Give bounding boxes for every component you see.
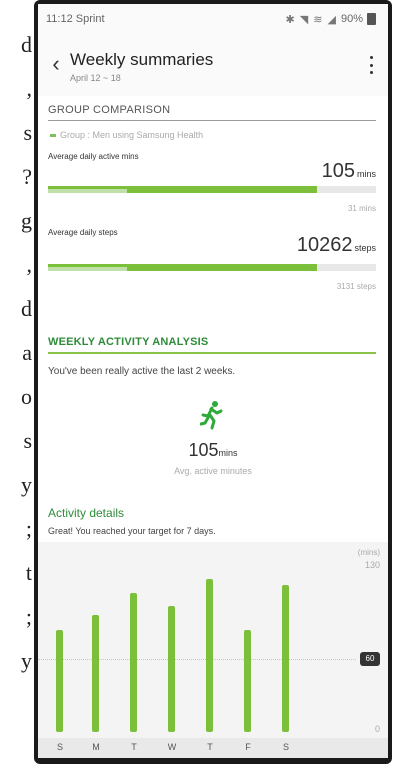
day-label: S <box>282 742 289 752</box>
active-mins-number: 105 <box>321 160 355 182</box>
date-range: April 12 ~ 18 <box>70 73 121 83</box>
status-bar: 11:12 Sprint ✱ ◥ ≋ ◢ 90% <box>38 4 388 34</box>
chart-bar <box>130 593 137 732</box>
weekly-analysis-title: WEEKLY ACTIVITY ANALYSIS <box>48 336 209 348</box>
y-axis-unit: (mins) <box>357 548 380 557</box>
signal-icons: ✱ ◥ ≋ ◢ <box>285 13 337 26</box>
day-labels-row: SMTWTFS <box>38 738 388 758</box>
side-text-char: d <box>21 296 32 321</box>
active-mins-bar <box>48 186 376 193</box>
activity-details-message: Great! You reached your target for 7 day… <box>48 526 216 536</box>
side-text-char: y <box>21 472 32 497</box>
steps-label: Average daily steps <box>48 228 118 237</box>
side-text-char: , <box>26 76 33 101</box>
active-mins-unit: mins <box>356 169 376 179</box>
steps-value: 10262 steps <box>297 234 376 257</box>
chart-bar <box>92 615 99 732</box>
summary-card: GROUP COMPARISON Group : Men using Samsu… <box>38 96 388 758</box>
side-text-char: g <box>21 208 32 233</box>
side-text-char: s <box>23 428 32 453</box>
steps-group-value: 3131 steps <box>336 282 376 291</box>
more-options-icon[interactable] <box>368 56 374 74</box>
day-label: F <box>245 742 251 752</box>
active-mins-value: 105 mins <box>322 160 376 183</box>
section-divider <box>48 120 376 121</box>
running-person-icon <box>200 401 223 430</box>
chart-bar <box>244 629 251 732</box>
side-text-char: o <box>21 384 32 409</box>
group-comparison-title: GROUP COMPARISON <box>48 104 171 116</box>
steps-number: 10262 <box>296 234 353 256</box>
avg-active-unit: mins <box>218 448 238 458</box>
target-badge: 60 <box>360 652 380 667</box>
group-legend: Group : Men using Samsung Health <box>50 130 203 140</box>
side-text-char: d <box>21 32 32 57</box>
chart-bar <box>206 578 213 732</box>
app-screen: 11:12 Sprint ✱ ◥ ≋ ◢ 90% ‹ Weekly summar… <box>38 4 388 758</box>
side-text-char: , <box>26 252 33 277</box>
status-time: 11:12 Sprint <box>46 13 105 25</box>
legend-label: Group : Men using Samsung Health <box>60 130 204 140</box>
target-line <box>38 659 356 661</box>
side-text-char: t <box>25 560 32 585</box>
chart-bar <box>282 584 289 732</box>
side-text-char: a <box>22 340 32 365</box>
steps-bar <box>48 264 376 271</box>
y-axis-zero: 0 <box>374 724 380 734</box>
steps-unit: steps <box>354 243 376 253</box>
battery-icon <box>367 13 376 25</box>
steps-group-fill <box>48 267 127 271</box>
day-label: W <box>167 742 177 752</box>
day-label: T <box>207 742 213 752</box>
page-title: Weekly summaries <box>70 50 214 69</box>
day-label: S <box>56 742 63 752</box>
activity-details-title: Activity details <box>48 506 125 520</box>
chart-bar <box>168 605 175 732</box>
side-text-char: s <box>23 120 32 145</box>
side-text-char: ? <box>22 164 32 189</box>
phone-frame: 11:12 Sprint ✱ ◥ ≋ ◢ 90% ‹ Weekly summar… <box>34 0 392 764</box>
side-text-char: ; <box>25 516 32 541</box>
legend-swatch <box>50 133 56 137</box>
weekly-analysis-divider <box>48 352 376 354</box>
back-arrow-icon[interactable]: ‹ <box>44 52 68 76</box>
activity-chart: (mins) 130 0 60 S M T W T F S <box>38 542 388 758</box>
active-mins-group-fill <box>48 189 127 193</box>
active-mins-label: Average daily active mins <box>48 152 139 161</box>
avg-active-value: 105mins <box>38 440 388 461</box>
status-right: ✱ ◥ ≋ ◢ 90% <box>285 13 376 26</box>
y-axis-max: 130 <box>364 560 380 570</box>
avg-active-number: 105 <box>188 440 219 460</box>
active-mins-group-value: 31 mins <box>347 204 376 213</box>
day-label: T <box>131 742 137 752</box>
side-text-char: y <box>21 648 32 673</box>
cropped-page-text: d, s? g, d a o s y; t; y <box>0 0 34 764</box>
avg-active-caption: Avg. active minutes <box>174 466 252 476</box>
app-bar: ‹ Weekly summaries April 12 ~ 18 <box>38 36 388 94</box>
chart-bar <box>56 629 63 732</box>
day-label: M <box>92 742 100 752</box>
weekly-analysis-message: You've been really active the last 2 wee… <box>48 366 236 377</box>
battery-level: 90% <box>340 13 363 25</box>
side-text-char: ; <box>25 604 32 629</box>
